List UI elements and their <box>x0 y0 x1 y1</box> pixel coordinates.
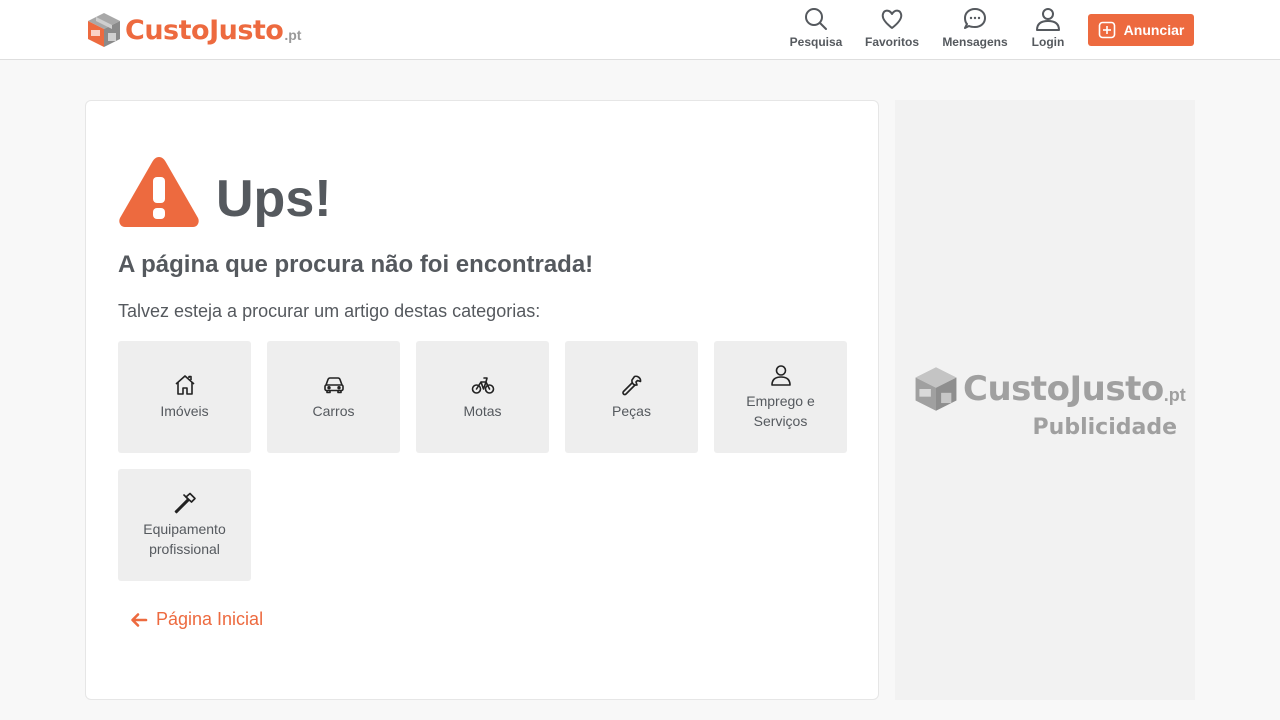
ad-wordmark: CustoJusto <box>963 369 1164 409</box>
nav-favorites[interactable]: Favoritos <box>864 6 920 54</box>
category-label: Equipamento profissional <box>143 521 226 557</box>
anunciar-button[interactable]: Anunciar <box>1088 14 1194 46</box>
heart-icon <box>881 9 903 29</box>
category-label: Motas <box>463 403 502 419</box>
page-title: Ups! <box>216 170 332 228</box>
ad-caption: Publicidade <box>1032 415 1177 440</box>
bicycle-icon <box>471 377 494 394</box>
person-icon <box>770 365 791 386</box>
logo-cube-icon <box>915 367 957 411</box>
ad-tld: .pt <box>1163 384 1186 405</box>
plus-square-icon <box>1098 21 1115 39</box>
nav-favorites-label: Favoritos <box>864 35 919 49</box>
error-subtitle: A página que procura não foi encontrada! <box>118 251 594 278</box>
error-card: Ups! A página que procura não foi encont… <box>85 100 879 700</box>
category-hint: Talvez esteja a procurar um artigo desta… <box>118 301 541 321</box>
wrench-icon <box>621 375 641 396</box>
logo-cube-icon <box>88 13 120 47</box>
anunciar-label: Anunciar <box>1123 22 1185 38</box>
nav-search[interactable]: Pesquisa <box>790 6 842 54</box>
site-logo[interactable]: CustoJusto .pt <box>86 10 301 50</box>
category-equipamento[interactable]: Equipamento profissional <box>118 469 251 581</box>
category-imoveis[interactable]: Imóveis <box>118 341 251 453</box>
chat-icon <box>964 8 986 29</box>
ad-logo: CustoJusto .pt <box>913 364 1186 414</box>
search-icon <box>805 8 827 30</box>
user-icon <box>1036 8 1060 31</box>
home-link[interactable]: Página Inicial <box>130 609 263 630</box>
logo-wordmark: CustoJusto <box>125 14 284 46</box>
category-emprego[interactable]: Emprego e Serviços <box>714 341 847 453</box>
category-label: Carros <box>312 403 355 419</box>
category-label: Emprego e Serviços <box>746 393 815 429</box>
car-icon <box>323 377 344 394</box>
category-pecas[interactable]: Peças <box>565 341 698 453</box>
ad-banner[interactable]: CustoJusto .pt Publicidade <box>895 100 1195 700</box>
house-icon <box>174 375 195 395</box>
warning-icon <box>119 157 199 227</box>
hammer-icon <box>174 492 196 514</box>
nav-messages[interactable]: Mensagens <box>941 6 1009 54</box>
logo-tld: .pt <box>284 27 302 43</box>
category-label: Peças <box>612 403 651 419</box>
nav-messages-label: Mensagens <box>942 35 1008 49</box>
arrow-left-icon <box>131 612 148 627</box>
nav-login-label: Login <box>1031 35 1065 49</box>
nav-login[interactable]: Login <box>1030 6 1066 54</box>
nav-search-label: Pesquisa <box>789 35 843 49</box>
category-motas[interactable]: Motas <box>416 341 549 453</box>
top-header: CustoJusto .pt Pesquisa Favoritos Mensag… <box>0 0 1280 60</box>
category-carros[interactable]: Carros <box>267 341 400 453</box>
home-link-label: Página Inicial <box>156 609 264 629</box>
category-label: Imóveis <box>160 403 209 419</box>
